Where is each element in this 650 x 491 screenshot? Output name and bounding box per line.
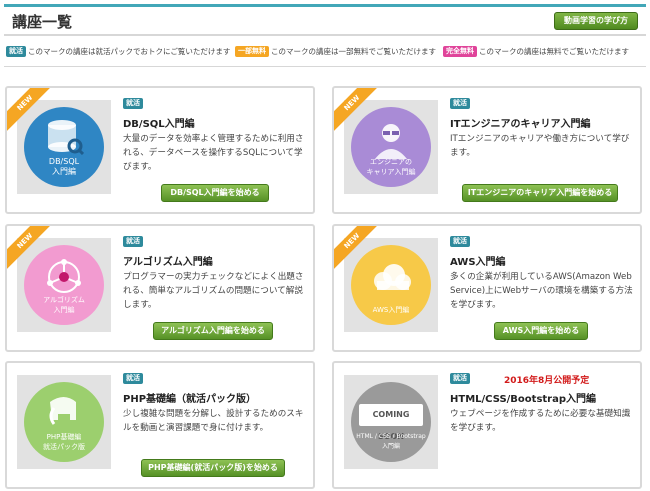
legend-item-job: 就活 このマークの講座は就活パックでおトクにご覧いただけます <box>6 46 230 57</box>
thumbnail-circle: PHP基礎編 就活パック版 <box>24 382 104 462</box>
course-card-html-css-bootstrap: COMING SOON HTML / CSS / Bootstrap 入門編 就活… <box>332 361 642 489</box>
job-badge: 就活 <box>6 46 26 57</box>
thumbnail-label: HTML / CSS / Bootstrap 入門編 <box>356 433 426 450</box>
network-icon <box>47 259 81 293</box>
legend-item-partial-free: 一部無料 このマークの講座は一部無料でご覧いただけます <box>235 46 436 57</box>
course-thumbnail[interactable]: DB/SQL 入門編 <box>17 100 111 194</box>
start-course-button[interactable]: AWS入門編を始める <box>494 322 588 340</box>
course-card-db-sql: NEW DB/SQL 入門編 就活 DB/SQL入門編 大量のデータを効率よく管理… <box>5 86 315 214</box>
how-to-learn-button[interactable]: 動画学習の学び方 <box>554 12 638 30</box>
thumbnail-circle: AWS入門編 <box>351 245 431 325</box>
course-thumbnail[interactable]: アルゴリズム 入門編 <box>17 238 111 332</box>
job-badge: 就活 <box>450 373 470 384</box>
job-badge: 就活 <box>123 98 143 109</box>
course-description: プログラマーの実力チェックなどによく出題される、簡単なアルゴリズムの問題について… <box>123 272 304 310</box>
legend-text: このマークの講座は無料でご覧いただけます <box>479 47 629 56</box>
legend: 就活 このマークの講座は就活パックでおトクにご覧いただけます 一部無料 このマークの… <box>6 46 646 60</box>
thumbnail-circle: DB/SQL 入門編 <box>24 107 104 187</box>
job-badge: 就活 <box>450 98 470 109</box>
free-badge: 完全無料 <box>443 46 477 57</box>
thumbnail-label: DB/SQL 入門編 <box>48 157 80 176</box>
thumbnail-circle: エンジニアの キャリア入門編 <box>351 107 431 187</box>
legend-text: このマークの講座は就活パックでおトクにご覧いただけます <box>28 47 231 56</box>
course-thumbnail: COMING SOON HTML / CSS / Bootstrap 入門編 <box>344 375 438 469</box>
legend-item-free: 完全無料 このマークの講座は無料でご覧いただけます <box>443 46 629 57</box>
thumbnail-label: エンジニアの キャリア入門編 <box>366 158 416 176</box>
start-course-button[interactable]: PHP基礎編(就活パック版)を始める <box>141 459 285 477</box>
course-card-php: PHP基礎編 就活パック版 就活 PHP基礎編（就活パック版） 少し複雑な問題を分… <box>5 361 315 489</box>
course-title[interactable]: AWS入門編 <box>450 253 506 268</box>
thumbnail-label: アルゴリズム 入門編 <box>43 296 85 314</box>
page-title: 講座一覧 <box>12 13 73 31</box>
course-description: ウェブページを作成するために必要な基礎知識を学びます。 <box>450 409 631 433</box>
course-card-algorithm: NEW アルゴリズム 入門編 就活 アルゴリズム入門編 プログラマーの実力チェック… <box>5 224 315 352</box>
cloud-icon <box>374 264 411 290</box>
partial-free-badge: 一部無料 <box>235 46 269 57</box>
engineer-icon <box>375 124 407 159</box>
thumbnail-label: AWS入門編 <box>372 306 410 314</box>
thumbnail-circle: アルゴリズム 入門編 <box>24 245 104 325</box>
job-badge: 就活 <box>123 373 143 384</box>
course-thumbnail[interactable]: AWS入門編 <box>344 238 438 332</box>
job-badge: 就活 <box>450 236 470 247</box>
coming-soon-icon: COMING SOON <box>359 404 423 441</box>
legend-text: このマークの講座は一部無料でご覧いただけます <box>271 47 436 56</box>
page-header: 講座一覧 動画学習の学び方 <box>4 4 646 36</box>
course-thumbnail[interactable]: エンジニアの キャリア入門編 <box>344 100 438 194</box>
thumbnail-circle: COMING SOON HTML / CSS / Bootstrap 入門編 <box>351 382 431 462</box>
course-description: ITエンジニアのキャリアや働き方について学びます。 <box>450 134 630 158</box>
course-description: 多くの企業が利用しているAWS(Amazon Web Service)上にWeb… <box>450 272 633 310</box>
course-description: 大量のデータを効率よく管理するために利用される、データベースを操作するSQLにつ… <box>123 134 304 172</box>
course-thumbnail[interactable]: PHP基礎編 就活パック版 <box>17 375 111 469</box>
thumbnail-label: PHP基礎編 就活パック版 <box>43 433 85 451</box>
database-icon <box>48 120 84 155</box>
course-card-it-career: NEW エンジニアの キャリア入門編 就活 ITエンジニアのキャリア入門編 ITエ… <box>332 86 642 214</box>
php-elephant-icon <box>49 397 76 425</box>
course-title[interactable]: DB/SQL入門編 <box>123 115 195 130</box>
divider <box>4 66 646 67</box>
job-badge: 就活 <box>123 236 143 247</box>
release-announcement: 2016年8月公開予定 <box>504 376 590 386</box>
start-course-button[interactable]: DB/SQL入門編を始める <box>161 184 269 202</box>
course-title: HTML/CSS/Bootstrap入門編 <box>450 394 597 405</box>
course-description: 少し複雑な問題を分解し、設計するためのスキルを動画と演習課題で身に付けます。 <box>123 409 304 433</box>
start-course-button[interactable]: ITエンジニアのキャリア入門編を始める <box>462 184 618 202</box>
course-title[interactable]: アルゴリズム入門編 <box>123 253 213 268</box>
course-card-aws: NEW AWS入門編 就活 AWS入門編 多くの企業が利用しているAWS(Ama… <box>332 224 642 352</box>
start-course-button[interactable]: アルゴリズム入門編を始める <box>153 322 273 340</box>
course-title[interactable]: ITエンジニアのキャリア入門編 <box>450 115 591 130</box>
course-title[interactable]: PHP基礎編（就活パック版） <box>123 390 256 405</box>
